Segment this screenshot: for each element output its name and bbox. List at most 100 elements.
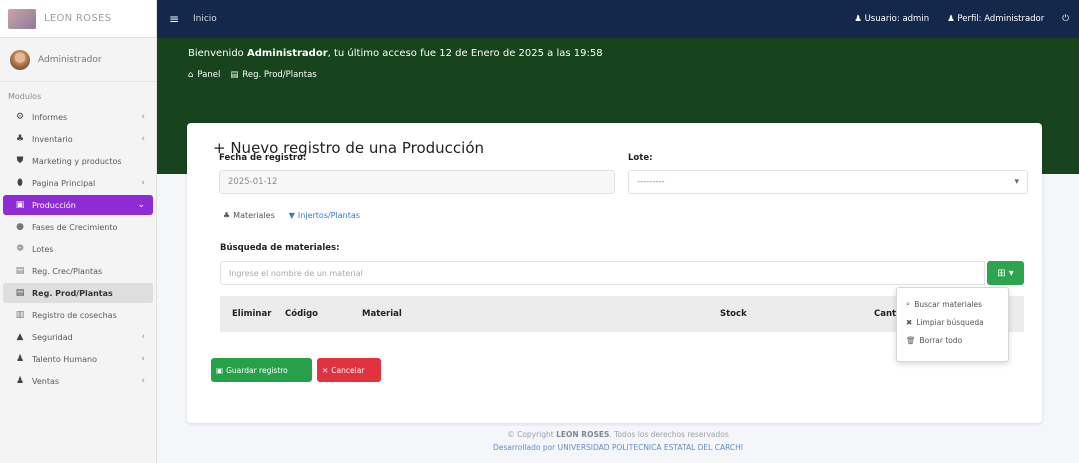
menu-item-buscar[interactable]: ⌕ Buscar materiales xyxy=(897,295,1008,313)
lot-select[interactable]: --------- ▾ xyxy=(628,170,1028,194)
col-cantidad: Cant xyxy=(874,309,897,319)
close-icon: ✖ xyxy=(906,317,913,327)
sidebar-item-label: Pagina Principal xyxy=(32,178,96,188)
chevron-down-icon: ⌄ xyxy=(137,200,145,210)
sidebar-item-label: Reg. Crec/Plantas xyxy=(32,266,103,276)
welcome-message: Bienvenido Administrador, tu último acce… xyxy=(188,48,603,59)
menu-item-limpiar[interactable]: ✖ Limpiar búsqueda xyxy=(897,313,1008,331)
home-icon: ⌂ xyxy=(188,70,194,80)
col-eliminar: Eliminar xyxy=(232,309,272,319)
sidebar-nav: ⚙ Informes ‹ ♣ Inventario ‹ ⛊ Marketing … xyxy=(0,107,156,391)
footer: © Copyright LEON ROSES. Todos los derech… xyxy=(157,428,1079,454)
sidebar-section-label: Modulos xyxy=(8,92,42,101)
sidebar-item-label: Informes xyxy=(32,112,68,122)
lock-icon: ▲ xyxy=(16,332,24,342)
lot-label: Lote: xyxy=(628,153,653,163)
sidebar-item-talento[interactable]: ♟ Talento Humano ‹ xyxy=(3,349,153,369)
sidebar-item-marketing[interactable]: ⛊ Marketing y productos xyxy=(3,151,153,171)
users-icon: ♟ xyxy=(15,354,25,364)
trash-icon: 🗑 xyxy=(906,335,916,345)
chevron-left-icon: ‹ xyxy=(141,112,145,122)
sidebar-item-produccion[interactable]: ▣ Producción ⌄ xyxy=(3,195,153,215)
sidebar-item-informes[interactable]: ⚙ Informes ‹ xyxy=(3,107,153,127)
cancel-button[interactable]: ✕ Cancelar xyxy=(317,358,381,382)
save-button[interactable]: ▣ Guardar registro xyxy=(211,358,312,382)
chevron-left-icon: ‹ xyxy=(141,332,145,342)
production-form-card: + Nuevo registro de una Producción Fecha… xyxy=(187,123,1042,423)
user-link-label: Usuario: admin xyxy=(864,14,930,24)
sidebar-item-seguridad[interactable]: ▲ Seguridad ‹ xyxy=(3,327,153,347)
date-label: Fecha de registro: xyxy=(219,153,307,163)
col-codigo: Código xyxy=(285,309,318,319)
dot-icon: ● xyxy=(16,222,24,232)
inventory-icon: ♣ xyxy=(223,211,231,220)
profile-link[interactable]: ♟ Perfil: Administrador xyxy=(947,14,1044,24)
funnel-icon: ▼ xyxy=(288,211,295,220)
sidebar-item-label: Inventario xyxy=(32,134,73,144)
menu-toggle-icon[interactable]: ≡ xyxy=(163,12,185,26)
home-page-icon: ⬮ xyxy=(17,178,23,188)
menu-item-borrar[interactable]: 🗑 Borrar todo xyxy=(897,331,1008,349)
menu-item-label: Limpiar búsqueda xyxy=(916,317,984,327)
brand[interactable]: LEON ROSES xyxy=(0,0,156,38)
user-name: Administrador xyxy=(38,54,102,65)
top-navbar: ≡ Inicio ♟ Usuario: admin ♟ Perfil: Admi… xyxy=(157,0,1079,38)
col-stock: Stock xyxy=(720,309,747,319)
breadcrumb-current: ▤ Reg. Prod/Plantas xyxy=(230,70,316,80)
tab-injertos-label: Injertos/Plantas xyxy=(297,211,360,220)
sidebar-item-label: Seguridad xyxy=(32,332,73,342)
welcome-prefix: Bienvenido xyxy=(188,48,247,59)
lot-select-value: --------- xyxy=(637,177,665,187)
footer-developer-link[interactable]: Desarrollado por UNIVERSIDAD POLITECNICA… xyxy=(157,441,1079,454)
user-link[interactable]: ♟ Usuario: admin xyxy=(854,14,929,24)
brand-name: LEON ROSES xyxy=(44,13,112,24)
sidebar-item-lotes[interactable]: ❁ Lotes xyxy=(3,239,153,259)
sidebar-item-label: Ventas xyxy=(32,376,60,386)
power-icon[interactable]: ⏻ xyxy=(1062,14,1069,24)
user-panel[interactable]: Administrador xyxy=(0,38,156,82)
sidebar-item-inventario[interactable]: ♣ Inventario ‹ xyxy=(3,129,153,149)
sidebar-item-pagina-principal[interactable]: ⬮ Pagina Principal ‹ xyxy=(3,173,153,193)
save-icon: ▣ xyxy=(216,365,224,375)
gear-icon: ⚙ xyxy=(15,112,25,122)
menu-item-label: Buscar materiales xyxy=(914,299,983,309)
close-icon: ✕ xyxy=(322,365,329,375)
brand-logo xyxy=(8,8,36,29)
sidebar-item-label: Talento Humano xyxy=(32,354,97,364)
chevron-left-icon: ‹ xyxy=(141,354,145,364)
col-material: Material xyxy=(362,309,402,319)
sidebar-item-label: Producción xyxy=(32,200,76,210)
breadcrumb-home[interactable]: ⌂ Panel xyxy=(188,70,220,80)
sidebar-item-label: Lotes xyxy=(32,244,54,254)
sidebar-item-ventas[interactable]: ♟ Ventas ‹ xyxy=(3,371,153,391)
table-icon: ▤ xyxy=(15,288,25,298)
chevron-left-icon: ‹ xyxy=(141,134,145,144)
search-options-menu: ⌕ Buscar materiales ✖ Limpiar búsqueda 🗑 Bo… xyxy=(896,287,1009,362)
sidebar-item-cosechas[interactable]: ▥ Registro de cosechas xyxy=(3,305,153,325)
menu-item-label: Borrar todo xyxy=(919,335,963,345)
tab-injertos[interactable]: ▼ Injertos/Plantas xyxy=(289,211,360,220)
footer-brand: LEON ROSES xyxy=(556,430,610,439)
breadcrumb-home-label: Panel xyxy=(197,70,221,80)
sidebar-item-label: Fases de Crecimiento xyxy=(32,222,118,232)
tab-materiales[interactable]: ♣ Materiales xyxy=(223,211,275,220)
sidebar-item-label: Reg. Prod/Plantas xyxy=(32,288,113,298)
form-tabs: ♣ Materiales ▼ Injertos/Plantas xyxy=(223,211,360,220)
table-icon: ▤ xyxy=(15,266,25,276)
sidebar-item-label: Registro de cosechas xyxy=(32,310,117,320)
profile-link-label: Perfil: Administrador xyxy=(957,14,1045,24)
material-search-input[interactable]: Ingrese el nombre de un material xyxy=(220,261,985,285)
sidebar-item-reg-prod[interactable]: ▤ Reg. Prod/Plantas xyxy=(3,283,153,303)
search-options-button[interactable]: ⊞ ▾ xyxy=(987,261,1024,285)
sidebar-item-reg-crec[interactable]: ▤ Reg. Crec/Plantas xyxy=(3,261,153,281)
welcome-suffix: , tu último acceso fue 12 de Enero de 20… xyxy=(327,48,603,59)
sidebar: LEON ROSES Administrador Modulos ⚙ Infor… xyxy=(0,0,157,463)
date-field[interactable]: 2025-01-12 xyxy=(219,170,615,194)
sidebar-item-fases[interactable]: ● Fases de Crecimiento xyxy=(3,217,153,237)
home-link[interactable]: Inicio xyxy=(193,14,217,24)
cart-icon: ⛊ xyxy=(16,156,24,166)
sidebar-item-label: Marketing y productos xyxy=(32,156,122,166)
footer-suffix: . Todos los derechos reservados xyxy=(609,430,729,439)
search-icon: ⌕ xyxy=(906,299,911,308)
chevron-left-icon: ‹ xyxy=(141,178,145,188)
